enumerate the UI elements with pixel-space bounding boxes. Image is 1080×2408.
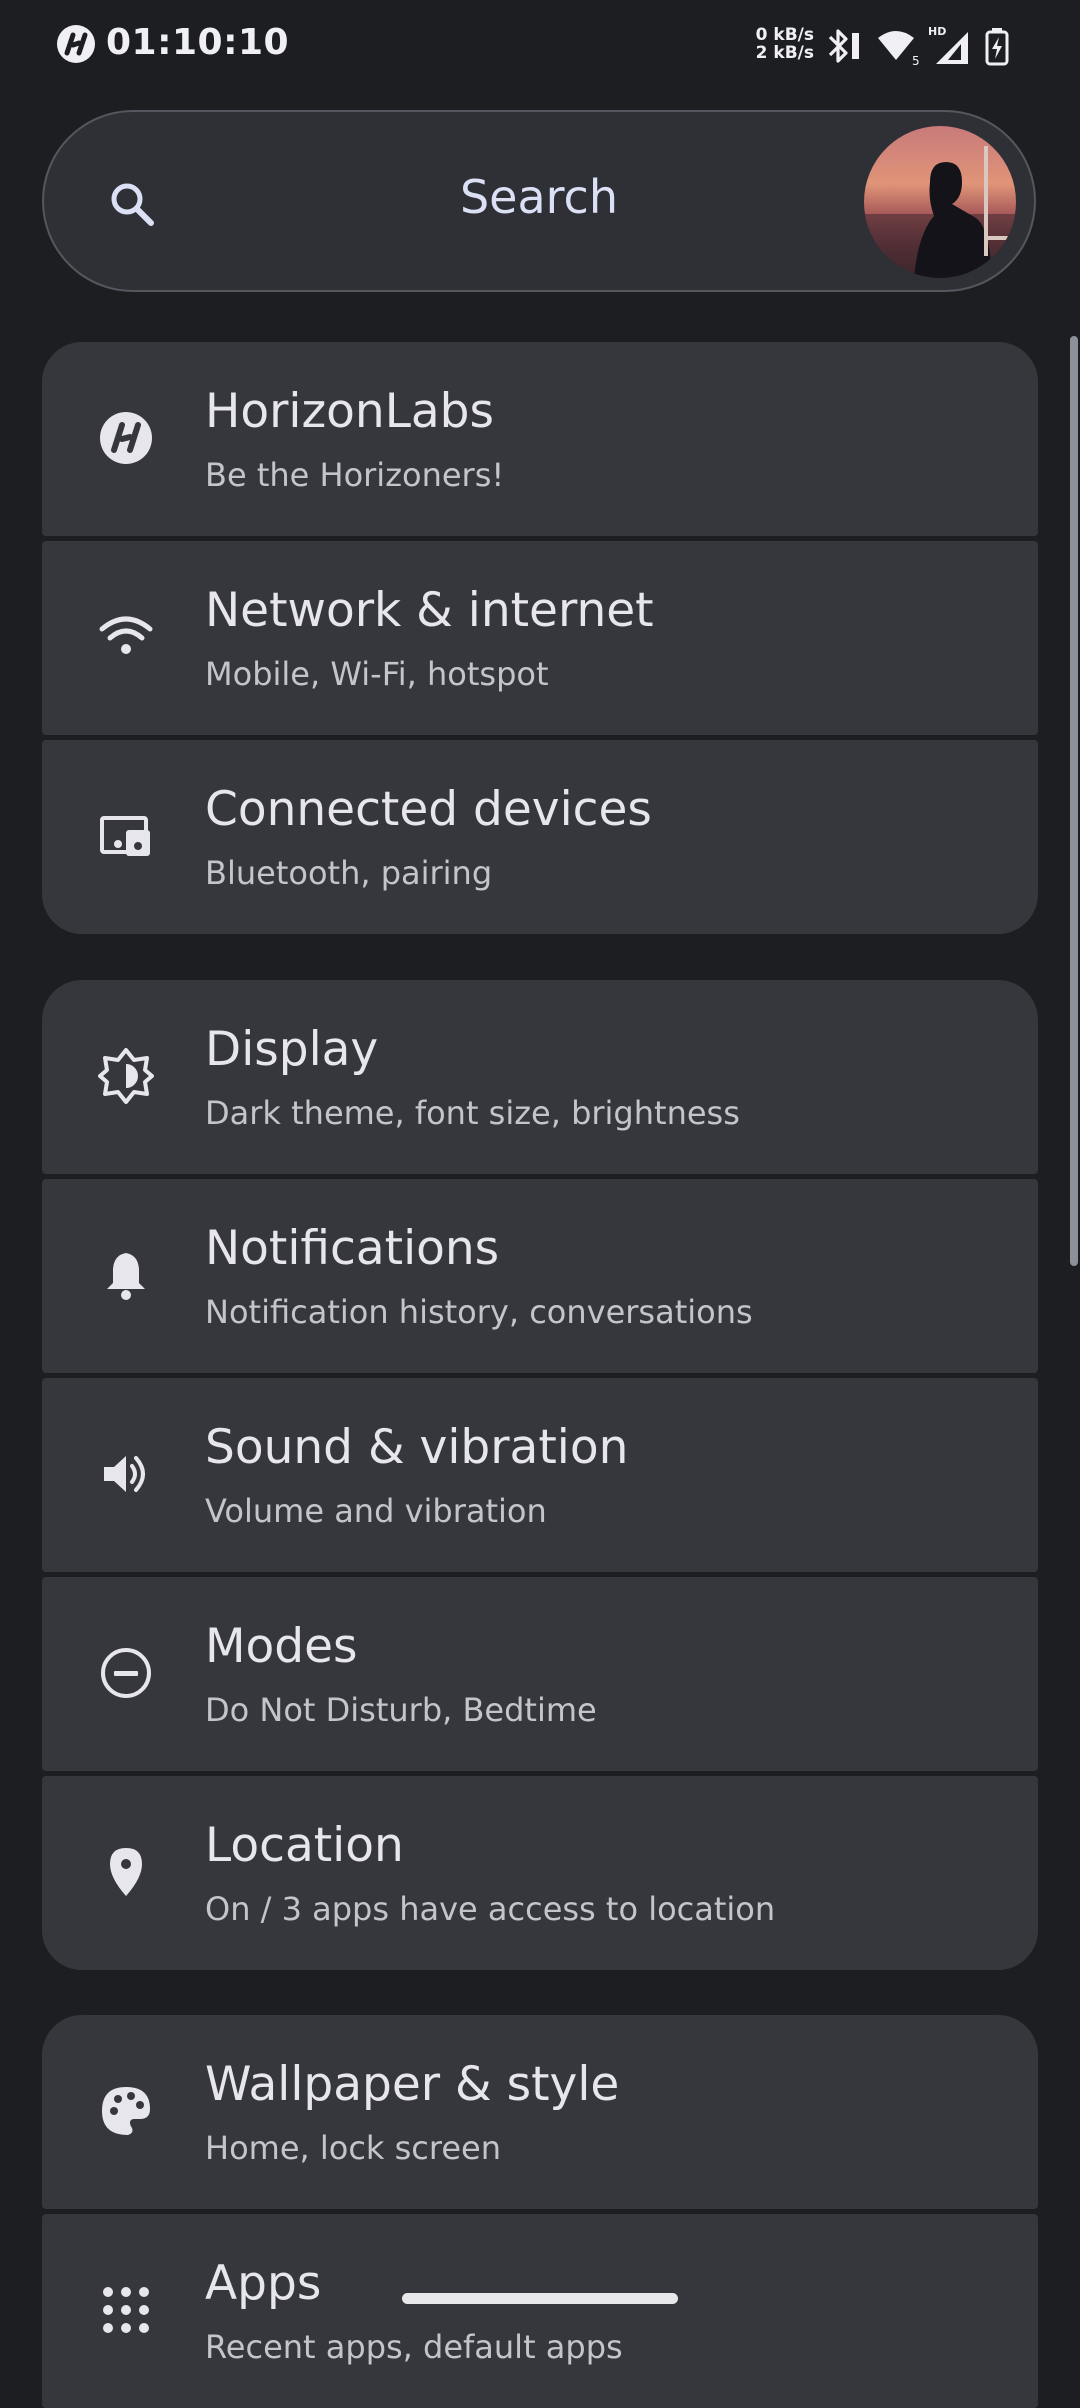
item-title: Connected devices	[205, 782, 652, 837]
svg-text:HD: HD	[928, 25, 946, 38]
settings-item-sound-vibration[interactable]: Sound & vibration Volume and vibration	[42, 1378, 1038, 1572]
item-title: Wallpaper & style	[205, 2057, 620, 2112]
item-subtitle: Bluetooth, pairing	[205, 854, 493, 892]
network-speed: 0 kB/s 2 kB/s	[752, 26, 814, 62]
item-subtitle: Recent apps, default apps	[205, 2328, 623, 2366]
item-subtitle: Mobile, Wi-Fi, hotspot	[205, 655, 549, 693]
bluetooth-icon	[828, 29, 859, 63]
search-bar[interactable]: Search	[42, 110, 1036, 292]
item-title: HorizonLabs	[205, 384, 494, 439]
item-subtitle: Volume and vibration	[205, 1492, 547, 1530]
item-title: Network & internet	[205, 583, 654, 638]
speed-down: 2 kB/s	[755, 43, 814, 63]
apps-grid-icon	[103, 2287, 149, 2333]
item-subtitle: Dark theme, font size, brightness	[205, 1094, 740, 1132]
settings-item-location[interactable]: Location On / 3 apps have access to loca…	[42, 1776, 1038, 1970]
wifi-icon	[99, 616, 153, 654]
item-title: Display	[205, 1022, 379, 1077]
settings-item-display[interactable]: Display Dark theme, font size, brightnes…	[42, 980, 1038, 1174]
item-title: Modes	[205, 1619, 358, 1674]
wifi-icon: 5	[878, 31, 920, 66]
user-avatar[interactable]	[864, 126, 1016, 278]
horizonlabs-logo-icon	[57, 25, 95, 63]
status-bar: 01:10:10 0 kB/s 2 kB/s 5 HD	[0, 0, 1080, 90]
item-title: Sound & vibration	[205, 1420, 629, 1475]
avatar-silhouette	[864, 146, 1016, 278]
item-subtitle: Home, lock screen	[205, 2129, 501, 2167]
item-subtitle: Be the Horizoners!	[205, 456, 505, 494]
do-not-disturb-icon	[101, 1648, 151, 1698]
settings-item-connected-devices[interactable]: Connected devices Bluetooth, pairing	[42, 740, 1038, 934]
settings-item-modes[interactable]: Modes Do Not Disturb, Bedtime	[42, 1577, 1038, 1771]
svg-text:5: 5	[912, 54, 920, 66]
palette-icon	[102, 2087, 150, 2135]
settings-item-apps[interactable]: Apps Recent apps, default apps	[42, 2214, 1038, 2408]
home-gesture-bar[interactable]	[402, 2293, 678, 2304]
scrollbar[interactable]	[1070, 336, 1078, 1266]
item-subtitle: Do Not Disturb, Bedtime	[205, 1691, 597, 1729]
item-title: Notifications	[205, 1221, 500, 1276]
location-pin-icon	[110, 1848, 142, 1896]
settings-item-network-internet[interactable]: Network & internet Mobile, Wi-Fi, hotspo…	[42, 541, 1038, 735]
item-subtitle: On / 3 apps have access to location	[205, 1890, 776, 1928]
clock: 01:10:10	[106, 22, 290, 63]
battery-charging-icon	[985, 28, 1009, 66]
item-subtitle: Notification history, conversations	[205, 1293, 753, 1331]
settings-item-horizonlabs[interactable]: HorizonLabs Be the Horizoners!	[42, 342, 1038, 536]
bell-icon	[107, 1253, 145, 1300]
settings-item-wallpaper-style[interactable]: Wallpaper & style Home, lock screen	[42, 2015, 1038, 2209]
item-title: Location	[205, 1818, 404, 1873]
item-title: Apps	[205, 2256, 322, 2311]
volume-icon	[104, 1456, 145, 1492]
horizonlabs-logo-icon	[100, 412, 152, 464]
signal-icon: HD	[928, 25, 968, 64]
speed-up: 0 kB/s	[755, 25, 814, 45]
brightness-icon	[98, 1048, 154, 1104]
devices-icon	[100, 816, 150, 856]
settings-item-notifications[interactable]: Notifications Notification history, conv…	[42, 1179, 1038, 1373]
